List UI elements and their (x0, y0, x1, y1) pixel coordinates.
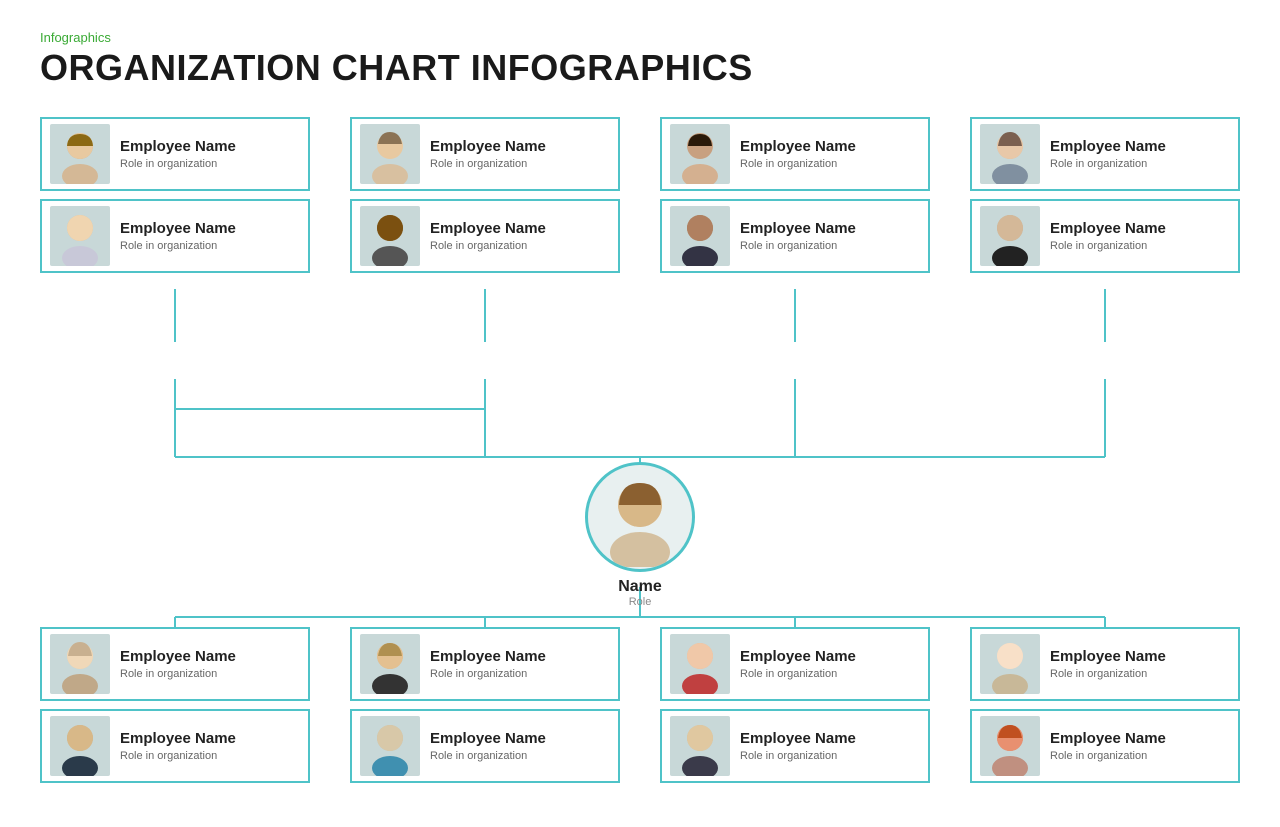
emp-card-tcl-1: Employee Name Role in organization (350, 199, 620, 273)
emp-role-br-1: Role in organization (1050, 750, 1166, 762)
avatar-tcl-0 (360, 124, 420, 184)
emp-name-tcr-0: Employee Name (740, 138, 856, 156)
emp-info-tcr-1: Employee Name Role in organization (740, 220, 856, 252)
top-cr-group: Employee Name Role in organization Emplo… (660, 117, 930, 273)
emp-name-bl-0: Employee Name (120, 648, 236, 666)
bot-cr-group: Employee Name Role in organization Emplo… (660, 627, 930, 783)
emp-card-bcr-1: Employee Name Role in organization (660, 709, 930, 783)
emp-role-tl-1: Role in organization (120, 240, 236, 252)
top-left-group: Employee Name Role in organization Emplo… (40, 117, 310, 273)
emp-role-br-0: Role in organization (1050, 668, 1166, 680)
emp-name-bl-1: Employee Name (120, 730, 236, 748)
emp-name-bcr-0: Employee Name (740, 648, 856, 666)
top-cl-group: Employee Name Role in organization Emplo… (350, 117, 620, 273)
emp-role-tcr-1: Role in organization (740, 240, 856, 252)
emp-info-tcr-0: Employee Name Role in organization (740, 138, 856, 170)
emp-name-tcr-1: Employee Name (740, 220, 856, 238)
emp-card-bcr-0: Employee Name Role in organization (660, 627, 930, 701)
header-label: Infographics (40, 30, 1240, 45)
emp-role-tcr-0: Role in organization (740, 158, 856, 170)
emp-name-bcl-1: Employee Name (430, 730, 546, 748)
bot-right-group: Employee Name Role in organization Emplo… (970, 627, 1240, 783)
center-avatar (585, 462, 695, 572)
emp-info-br-1: Employee Name Role in organization (1050, 730, 1166, 762)
emp-role-tl-0: Role in organization (120, 158, 236, 170)
emp-name-tr-1: Employee Name (1050, 220, 1166, 238)
emp-info-bcr-0: Employee Name Role in organization (740, 648, 856, 680)
emp-role-bcr-0: Role in organization (740, 668, 856, 680)
emp-card-tr-0: Employee Name Role in organization (970, 117, 1240, 191)
emp-role-tcl-1: Role in organization (430, 240, 546, 252)
emp-role-tcl-0: Role in organization (430, 158, 546, 170)
avatar-bl-0 (50, 634, 110, 694)
avatar-tcr-1 (670, 206, 730, 266)
emp-name-bcr-1: Employee Name (740, 730, 856, 748)
emp-name-br-0: Employee Name (1050, 648, 1166, 666)
emp-info-bcl-0: Employee Name Role in organization (430, 648, 546, 680)
emp-role-bl-1: Role in organization (120, 750, 236, 762)
chart-area: Employee Name Role in organization Emplo… (40, 107, 1240, 747)
avatar-bcl-1 (360, 716, 420, 776)
emp-card-bcl-1: Employee Name Role in organization (350, 709, 620, 783)
center-role: Role (629, 596, 652, 608)
emp-name-tr-0: Employee Name (1050, 138, 1166, 156)
avatar-tr-1 (980, 206, 1040, 266)
emp-info-tl-1: Employee Name Role in organization (120, 220, 236, 252)
emp-info-tcl-0: Employee Name Role in organization (430, 138, 546, 170)
emp-card-br-1: Employee Name Role in organization (970, 709, 1240, 783)
avatar-bcl-0 (360, 634, 420, 694)
emp-info-br-0: Employee Name Role in organization (1050, 648, 1166, 680)
avatar-bcr-1 (670, 716, 730, 776)
center-node: Name Role (585, 462, 695, 608)
avatar-bl-1 (50, 716, 110, 776)
top-right-group: Employee Name Role in organization Emplo… (970, 117, 1240, 273)
emp-card-tcl-0: Employee Name Role in organization (350, 117, 620, 191)
avatar-tl-1 (50, 206, 110, 266)
emp-card-tcr-1: Employee Name Role in organization (660, 199, 930, 273)
emp-card-br-0: Employee Name Role in organization (970, 627, 1240, 701)
emp-role-bcr-1: Role in organization (740, 750, 856, 762)
emp-name-tl-0: Employee Name (120, 138, 236, 156)
emp-card-tr-1: Employee Name Role in organization (970, 199, 1240, 273)
center-name: Name (618, 578, 662, 596)
emp-info-tr-1: Employee Name Role in organization (1050, 220, 1166, 252)
emp-card-tcr-0: Employee Name Role in organization (660, 117, 930, 191)
emp-info-bcl-1: Employee Name Role in organization (430, 730, 546, 762)
emp-info-tr-0: Employee Name Role in organization (1050, 138, 1166, 170)
emp-name-tl-1: Employee Name (120, 220, 236, 238)
emp-card-bcl-0: Employee Name Role in organization (350, 627, 620, 701)
bot-left-group: Employee Name Role in organization Emplo… (40, 627, 310, 783)
emp-role-tr-1: Role in organization (1050, 240, 1166, 252)
emp-info-bl-1: Employee Name Role in organization (120, 730, 236, 762)
emp-info-tl-0: Employee Name Role in organization (120, 138, 236, 170)
emp-info-bl-0: Employee Name Role in organization (120, 648, 236, 680)
emp-card-bl-0: Employee Name Role in organization (40, 627, 310, 701)
emp-card-bl-1: Employee Name Role in organization (40, 709, 310, 783)
page-title: ORGANIZATION CHART INFOGRAPHICS (40, 47, 1240, 89)
emp-name-br-1: Employee Name (1050, 730, 1166, 748)
page: Infographics ORGANIZATION CHART INFOGRAP… (0, 0, 1280, 720)
emp-role-bcl-0: Role in organization (430, 668, 546, 680)
avatar-tl-0 (50, 124, 110, 184)
bot-cl-group: Employee Name Role in organization Emplo… (350, 627, 620, 783)
emp-card-tl-1: Employee Name Role in organization (40, 199, 310, 273)
avatar-bcr-0 (670, 634, 730, 694)
emp-role-bl-0: Role in organization (120, 668, 236, 680)
avatar-tcl-1 (360, 206, 420, 266)
emp-role-tr-0: Role in organization (1050, 158, 1166, 170)
emp-name-tcl-1: Employee Name (430, 220, 546, 238)
emp-card-tl-0: Employee Name Role in organization (40, 117, 310, 191)
emp-role-bcl-1: Role in organization (430, 750, 546, 762)
avatar-tr-0 (980, 124, 1040, 184)
avatar-tcr-0 (670, 124, 730, 184)
avatar-br-0 (980, 634, 1040, 694)
emp-name-bcl-0: Employee Name (430, 648, 546, 666)
avatar-br-1 (980, 716, 1040, 776)
emp-info-tcl-1: Employee Name Role in organization (430, 220, 546, 252)
emp-name-tcl-0: Employee Name (430, 138, 546, 156)
emp-info-bcr-1: Employee Name Role in organization (740, 730, 856, 762)
